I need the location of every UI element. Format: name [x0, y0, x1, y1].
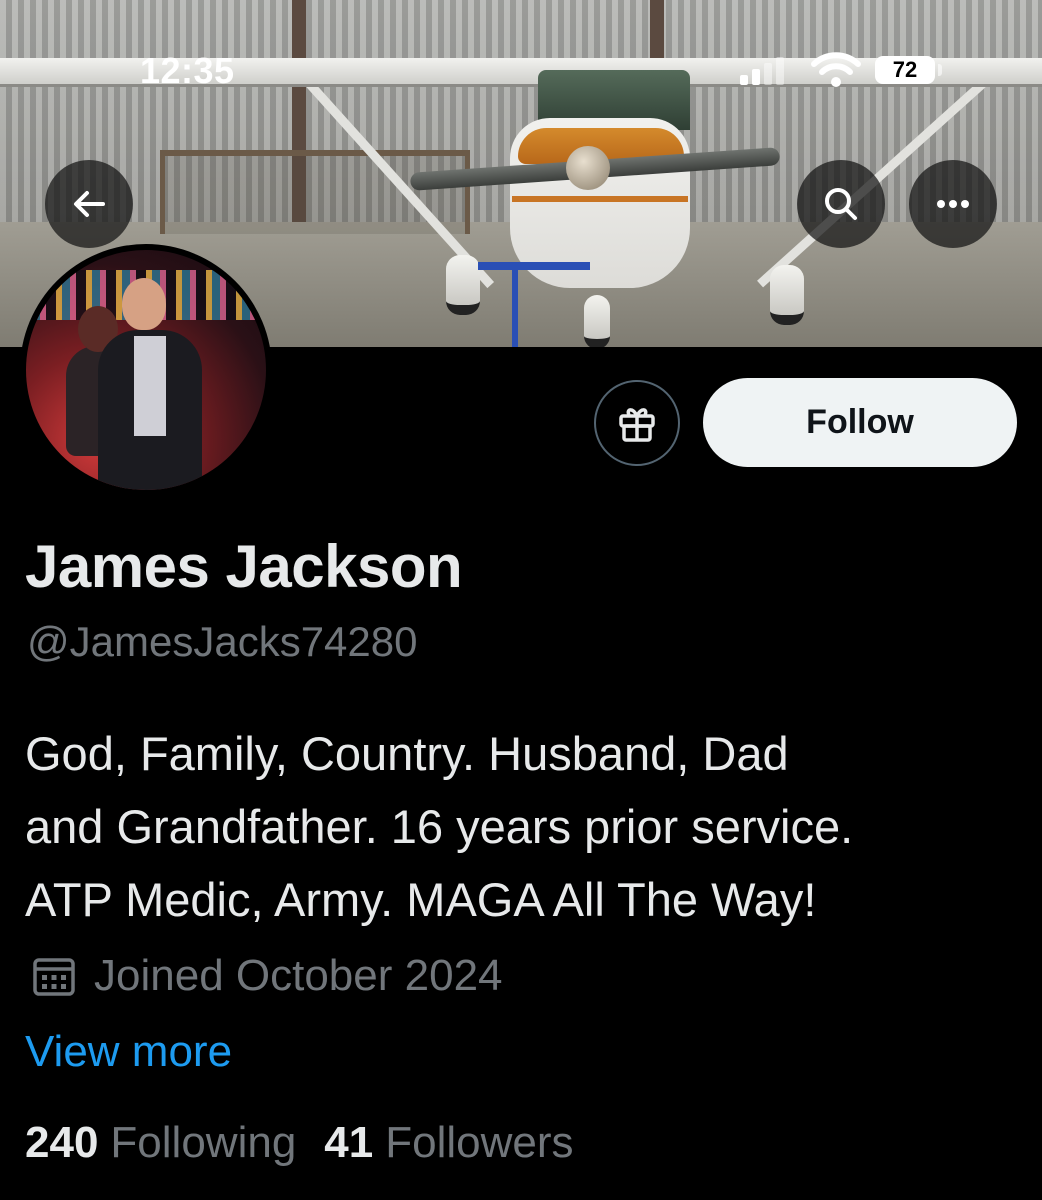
view-more-link[interactable]: View more [25, 1027, 232, 1077]
banner-airplane-wheel [446, 255, 480, 315]
banner-airplane-stripe [512, 196, 688, 202]
following-stat[interactable]: 240 Following [25, 1118, 296, 1168]
following-count: 240 [25, 1118, 99, 1167]
search-button[interactable] [797, 160, 885, 248]
calendar-icon [33, 958, 75, 996]
profile-bio: God, Family, Country. Husband, Dad and G… [25, 717, 1015, 936]
more-horizontal-icon [937, 200, 969, 208]
follow-stats: 240 Following 41 Followers [25, 1118, 602, 1168]
banner-workbench [160, 150, 470, 234]
bio-line: and Grandfather. 16 years prior service. [25, 800, 854, 853]
cellular-signal-icon [740, 55, 790, 85]
followers-label: Followers [385, 1118, 574, 1167]
banner-tow-cart [478, 262, 590, 270]
status-time: 12:35 [140, 50, 235, 91]
more-button[interactable] [909, 160, 997, 248]
joined-date: Joined October 2024 [94, 951, 503, 1000]
battery-cap [938, 64, 942, 76]
followers-stat[interactable]: 41 Followers [324, 1118, 573, 1168]
display-name: James Jackson [25, 533, 463, 600]
followers-count: 41 [324, 1118, 374, 1167]
gift-button[interactable] [594, 380, 680, 466]
avatar[interactable] [20, 244, 272, 496]
search-icon [825, 188, 857, 220]
bio-line: ATP Medic, Army. MAGA All The Way! [25, 873, 817, 926]
following-label: Following [110, 1118, 297, 1167]
bio-line: God, Family, Country. Husband, Dad [25, 727, 789, 780]
arrow-left-icon [74, 191, 105, 217]
banner-tow-cart-leg [512, 262, 518, 347]
back-button[interactable] [45, 160, 133, 248]
banner-airplane-spinner [566, 146, 610, 190]
banner-airplane-wheel [770, 265, 804, 325]
follow-button[interactable]: Follow [703, 378, 1017, 467]
battery-indicator: 72 [875, 56, 935, 84]
avatar-photo [26, 250, 266, 490]
gift-icon [619, 408, 655, 442]
joined-date-row: Joined October 2024 [30, 946, 503, 1006]
user-handle: @JamesJacks74280 [27, 618, 418, 665]
wifi-icon [811, 52, 861, 87]
banner-airplane-nose-wheel [584, 295, 610, 347]
status-bar: 12:35 72 [0, 0, 1042, 110]
